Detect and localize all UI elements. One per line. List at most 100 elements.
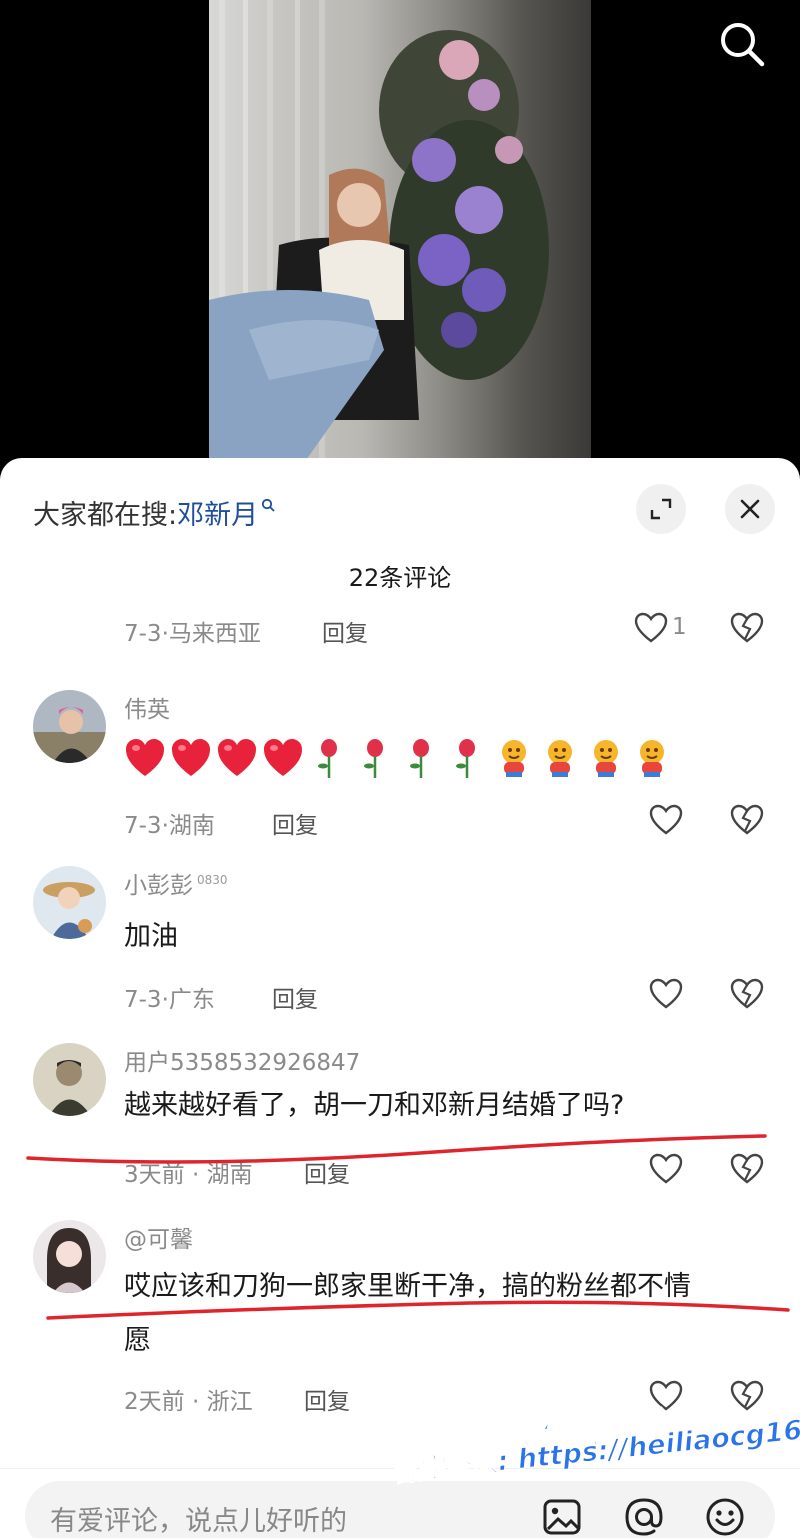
comment-date: 3天前 bbox=[124, 1162, 185, 1188]
comment-location: 湖南 bbox=[168, 813, 215, 839]
video-still-image bbox=[209, 0, 549, 470]
search-icon bbox=[721, 23, 765, 67]
cheering-mascot-emoji bbox=[640, 740, 664, 777]
mention-button[interactable] bbox=[622, 1495, 666, 1538]
comment-item: @可馨 哎应该和刀狗一郎家里断干净，搞的粉丝都不情 愿 2天前 · 浙江 回复 bbox=[0, 1220, 800, 1450]
red-heart-emoji bbox=[264, 739, 302, 776]
comment-text: 哎应该和刀狗一郎家里断干净，搞的粉丝都不情 愿 bbox=[124, 1260, 774, 1368]
expand-icon bbox=[650, 498, 672, 520]
like-button[interactable] bbox=[649, 1153, 685, 1187]
emoji-button[interactable] bbox=[703, 1495, 747, 1538]
dislike-button[interactable] bbox=[730, 1153, 766, 1187]
image-button[interactable] bbox=[540, 1495, 584, 1538]
heart-outline-icon bbox=[649, 804, 683, 835]
dislike-button[interactable] bbox=[730, 978, 766, 1012]
comment-meta: 7-3·马来西亚 bbox=[124, 621, 261, 647]
comment-sheet: 大家都在搜:邓新月 22条评论 7-3·马来西亚 回复 1 伟英 7-3·湖南 … bbox=[0, 458, 800, 1538]
comment-location: 浙江 bbox=[206, 1389, 253, 1415]
reply-button[interactable]: 回复 bbox=[322, 614, 368, 648]
close-button[interactable] bbox=[725, 484, 775, 534]
comment-username[interactable]: 伟英 bbox=[124, 690, 170, 724]
comment-username[interactable]: 小彭彭 0830 bbox=[124, 866, 228, 900]
dislike-button[interactable] bbox=[730, 612, 766, 646]
red-heart-emoji bbox=[126, 739, 164, 776]
comment-meta: 7-3·广东 bbox=[124, 987, 215, 1013]
like-button[interactable] bbox=[649, 1380, 685, 1414]
heart-outline-icon bbox=[649, 978, 683, 1009]
comment-text-line: 愿 bbox=[124, 1325, 151, 1356]
avatar-image bbox=[33, 866, 106, 939]
comment-location: 湖南 bbox=[206, 1162, 253, 1188]
comment-meta: 7-3·湖南 bbox=[124, 813, 215, 839]
comment-item: 用户5358532926847 越来越好看了，胡一刀和邓新月结婚了吗? 3天前 … bbox=[0, 1043, 800, 1218]
comment-text: 越来越好看了，胡一刀和邓新月结婚了吗? bbox=[124, 1090, 625, 1121]
heart-outline-icon bbox=[649, 1153, 683, 1184]
comment-emoji-row bbox=[124, 736, 672, 780]
broken-heart-icon bbox=[730, 1153, 764, 1184]
avatar-image bbox=[33, 1220, 106, 1293]
comment-count: 22条评论 bbox=[348, 564, 452, 592]
heart-outline-icon bbox=[634, 612, 668, 643]
red-heart-emoji bbox=[218, 739, 256, 776]
close-icon bbox=[740, 499, 760, 519]
like-count: 1 bbox=[672, 614, 687, 640]
comment-sheet-header: 大家都在搜:邓新月 bbox=[0, 458, 800, 558]
avatar[interactable] bbox=[33, 1220, 106, 1293]
rose-emoji bbox=[318, 739, 337, 778]
comment-username[interactable]: @可馨 bbox=[124, 1220, 193, 1254]
cheering-mascot-emoji bbox=[594, 740, 618, 777]
comment-item: 伟英 7-3·湖南 回复 bbox=[0, 688, 800, 868]
comment-date: 7-3 bbox=[124, 621, 162, 647]
comment-item: 7-3·马来西亚 回复 1 bbox=[0, 608, 800, 668]
comment-date: 7-3 bbox=[124, 813, 162, 839]
video-frame[interactable] bbox=[209, 0, 591, 470]
comment-username[interactable]: 用户5358532926847 bbox=[124, 1043, 360, 1077]
comment-meta: 3天前 · 湖南 bbox=[124, 1162, 253, 1188]
avatar[interactable] bbox=[33, 866, 106, 939]
broken-heart-icon bbox=[730, 804, 764, 835]
comment-meta: 2天前 · 浙江 bbox=[124, 1389, 253, 1415]
comment-list: 7-3·马来西亚 回复 1 伟英 7-3·湖南 回复 小彭彭 0830 加油 7… bbox=[0, 608, 800, 1468]
rose-emoji bbox=[410, 739, 429, 778]
smiley-icon bbox=[706, 1498, 744, 1536]
comment-item: 小彭彭 0830 加油 7-3·广东 回复 bbox=[0, 866, 800, 1036]
rose-emoji bbox=[456, 739, 475, 778]
heart-outline-icon bbox=[649, 1380, 683, 1411]
dislike-button[interactable] bbox=[730, 804, 766, 838]
broken-heart-icon bbox=[730, 1380, 764, 1411]
reply-button[interactable]: 回复 bbox=[272, 980, 318, 1014]
search-button[interactable] bbox=[716, 18, 768, 70]
broken-heart-icon bbox=[730, 612, 764, 643]
comment-input-bar: 有爱评论，说点儿好听的 bbox=[0, 1468, 800, 1538]
avatar-image bbox=[33, 690, 106, 763]
broken-heart-icon bbox=[730, 978, 764, 1009]
avatar[interactable] bbox=[33, 1043, 106, 1116]
like-button[interactable] bbox=[649, 804, 685, 838]
reply-button[interactable]: 回复 bbox=[272, 806, 318, 840]
rose-emoji bbox=[364, 739, 383, 778]
expand-button[interactable] bbox=[636, 484, 686, 534]
red-heart-emoji bbox=[172, 739, 210, 776]
username-suffix: 0830 bbox=[197, 873, 228, 888]
comment-input-placeholder: 有爱评论，说点儿好听的 bbox=[50, 1506, 347, 1537]
reply-button[interactable]: 回复 bbox=[304, 1382, 350, 1416]
comment-text: 加油 bbox=[124, 921, 178, 952]
dislike-button[interactable] bbox=[730, 1380, 766, 1414]
comment-date: 7-3 bbox=[124, 987, 162, 1013]
like-button[interactable] bbox=[634, 612, 670, 646]
video-player[interactable] bbox=[0, 0, 800, 470]
cheering-mascot-emoji bbox=[548, 740, 572, 777]
like-button[interactable] bbox=[649, 978, 685, 1012]
comment-location: 广东 bbox=[168, 987, 215, 1013]
avatar-image bbox=[33, 1043, 106, 1116]
comment-date: 2天前 bbox=[124, 1389, 185, 1415]
avatar[interactable] bbox=[33, 690, 106, 763]
cheering-mascot-emoji bbox=[502, 740, 526, 777]
small-search-icon bbox=[261, 490, 275, 521]
reply-button[interactable]: 回复 bbox=[304, 1155, 350, 1189]
hot-search-banner[interactable]: 大家都在搜:邓新月 bbox=[33, 490, 275, 532]
at-icon bbox=[625, 1498, 663, 1536]
image-icon bbox=[543, 1499, 581, 1535]
hot-search-prefix: 大家都在搜: bbox=[33, 500, 178, 531]
hot-search-keyword[interactable]: 邓新月 bbox=[177, 500, 258, 531]
